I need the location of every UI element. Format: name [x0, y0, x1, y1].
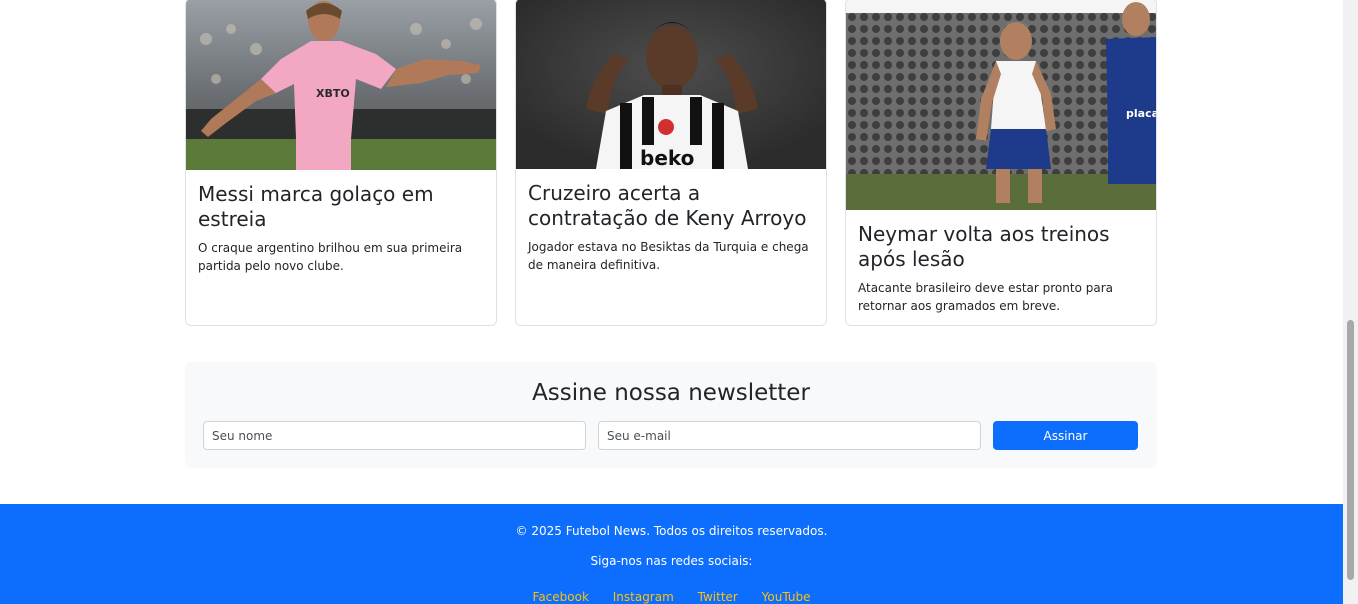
news-card-messi[interactable]: XBTO Messi marca golaço em estreia O cra…	[185, 0, 497, 326]
scrollbar-thumb[interactable]	[1347, 320, 1354, 580]
subscribe-button[interactable]: Assinar	[993, 421, 1138, 450]
youtube-link[interactable]: YouTube	[762, 590, 811, 604]
email-input[interactable]	[598, 421, 981, 450]
follow-text: Siga-nos nas redes sociais:	[590, 554, 753, 568]
card-title[interactable]: Neymar volta aos treinos após lesão	[858, 222, 1144, 272]
card-text: Atacante brasileiro deve estar pronto pa…	[858, 281, 1113, 313]
name-input[interactable]	[203, 421, 586, 450]
footer: © 2025 Futebol News. Todos os direitos r…	[0, 504, 1343, 604]
card-image-neymar[interactable]: placa	[846, 0, 1156, 210]
vertical-scrollbar[interactable]	[1343, 0, 1358, 604]
news-card-cruzeiro[interactable]: beko Cruzeiro acerta a contratação de Ke…	[515, 0, 827, 326]
page: XBTO Messi marca golaço em estreia O cra…	[0, 0, 1358, 604]
twitter-link[interactable]: Twitter	[698, 590, 738, 604]
card-text: Jogador estava no Besiktas da Turquia e …	[528, 240, 809, 272]
card-text: O craque argentino brilhou em sua primei…	[198, 241, 463, 273]
card-title[interactable]: Messi marca golaço em estreia	[198, 182, 484, 232]
card-image-messi[interactable]: XBTO	[186, 0, 496, 170]
shirt-text-xbto: XBTO	[316, 87, 350, 100]
instagram-link[interactable]: Instagram	[613, 590, 674, 604]
card-body: Messi marca golaço em estreia O craque a…	[186, 170, 496, 275]
newsletter-section: Assine nossa newsletter Assinar	[185, 362, 1157, 468]
news-card-neymar[interactable]: placa Neymar volta aos treinos após lesã…	[845, 0, 1157, 326]
card-title[interactable]: Cruzeiro acerta a contratação de Keny Ar…	[528, 181, 814, 231]
copyright-text: © 2025 Futebol News. Todos os direitos r…	[515, 524, 828, 538]
card-body: Cruzeiro acerta a contratação de Keny Ar…	[516, 169, 826, 274]
sponsor-text: placa	[1126, 107, 1156, 120]
card-image-keny-arroyo[interactable]: beko	[516, 0, 826, 169]
social-links: Facebook Instagram Twitter YouTube	[0, 590, 1343, 604]
card-body: Neymar volta aos treinos após lesão Atac…	[846, 210, 1156, 315]
newsletter-title: Assine nossa newsletter	[532, 380, 810, 406]
shirt-text-beko: beko	[640, 146, 694, 169]
facebook-link[interactable]: Facebook	[533, 590, 589, 604]
